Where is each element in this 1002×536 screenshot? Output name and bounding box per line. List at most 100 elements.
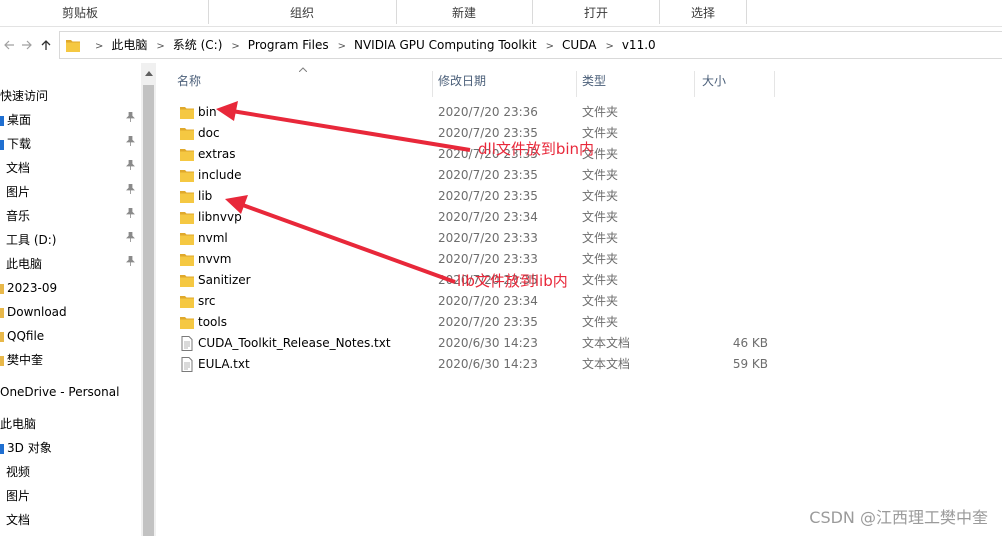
file-row[interactable]: libnvvp 2020/7/20 23:34 文件夹: [156, 207, 1002, 228]
pin-icon[interactable]: [125, 181, 135, 203]
file-row[interactable]: nvvm 2020/7/20 23:33 文件夹: [156, 249, 1002, 270]
address-bar[interactable]: > 此电脑 > 系统 (C:) > Program Files > NVIDIA GPU Co…: [59, 31, 1002, 59]
sidebar-item-label: 下载: [7, 137, 32, 151]
file-row[interactable]: CUDA_Toolkit_Release_Notes.txt 2020/6/30 …: [156, 333, 1002, 354]
file-type: 文件夹: [582, 294, 619, 308]
arrow-up-icon: [41, 40, 51, 50]
file-row[interactable]: src 2020/7/20 23:34 文件夹: [156, 291, 1002, 312]
pin-icon[interactable]: [125, 253, 135, 275]
breadcrumb-program-files[interactable]: Program Files: [248, 32, 329, 58]
arrow-left-icon: [4, 40, 14, 50]
pin-icon[interactable]: [125, 109, 135, 131]
breadcrumb-version[interactable]: v11.0: [622, 32, 656, 58]
file-size: [711, 228, 768, 249]
sidebar-item[interactable]: 图片: [0, 485, 30, 507]
sidebar-item-label: 文档: [6, 513, 31, 527]
breadcrumb-system-c[interactable]: 系统 (C:): [173, 32, 223, 58]
column-header-type[interactable]: 类型: [582, 63, 694, 99]
file-type: 文件夹: [582, 168, 619, 182]
sidebar-scrollbar[interactable]: [141, 63, 156, 536]
sidebar-item[interactable]: 图片: [0, 181, 30, 203]
file-row[interactable]: include 2020/7/20 23:35 文件夹: [156, 165, 1002, 186]
sidebar-item[interactable]: 快速访问: [0, 85, 48, 107]
sidebar-item[interactable]: 此电脑: [0, 413, 36, 435]
file-type: 文件夹: [582, 189, 619, 203]
file-name: libnvvp: [198, 210, 242, 224]
sidebar-item[interactable]: 文档: [0, 157, 30, 179]
sidebar-item[interactable]: 桌面: [0, 109, 31, 131]
sidebar-item[interactable]: OneDrive - Personal: [0, 381, 119, 403]
file-row[interactable]: lib 2020/7/20 23:35 文件夹: [156, 186, 1002, 207]
back-button[interactable]: [0, 34, 18, 56]
annotation-dll-to-bin: dll文件放到bin内: [478, 140, 595, 158]
file-size: [711, 186, 768, 207]
column-header-date[interactable]: 修改日期: [438, 63, 576, 99]
sidebar-item[interactable]: 音乐: [0, 205, 30, 227]
file-size: [711, 144, 768, 165]
sidebar-item[interactable]: 3D 对象: [0, 437, 52, 459]
file-name: tools: [198, 315, 227, 329]
sidebar-item-label: 此电脑: [0, 417, 37, 431]
column-divider[interactable]: [432, 71, 433, 97]
text-file-icon: [181, 357, 193, 372]
sidebar-item[interactable]: 下载: [0, 133, 31, 155]
text-file-icon: [181, 336, 193, 351]
file-name: src: [198, 294, 216, 308]
sidebar-item-icon: [0, 307, 4, 318]
sidebar-item[interactable]: 工具 (D:): [0, 229, 56, 251]
file-type: 文本文档: [582, 357, 631, 371]
breadcrumb-nvidia-toolkit[interactable]: NVIDIA GPU Computing Toolkit: [354, 32, 537, 58]
folder-icon: [180, 128, 194, 140]
ribbon-group-open[interactable]: 打开: [533, 0, 659, 26]
file-size: [711, 102, 768, 123]
breadcrumb-this-pc[interactable]: 此电脑: [111, 32, 147, 58]
breadcrumb-separator: >: [605, 41, 614, 52]
breadcrumb: > 此电脑 > 系统 (C:) > Program Files > NVIDIA GPU Co…: [86, 32, 656, 58]
ribbon-group-new[interactable]: 新建: [397, 0, 531, 26]
sidebar-item[interactable]: Download: [0, 301, 67, 323]
sort-ascending-icon: [298, 65, 308, 75]
ribbon-divider: [746, 0, 747, 24]
scroll-up-button[interactable]: [141, 67, 156, 81]
file-name: Sanitizer: [198, 273, 251, 287]
sidebar-item[interactable]: 此电脑: [0, 253, 42, 275]
column-divider[interactable]: [694, 71, 695, 97]
file-row[interactable]: Sanitizer 2020/7/20 23:35 文件夹: [156, 270, 1002, 291]
pin-icon[interactable]: [125, 157, 135, 179]
column-divider[interactable]: [774, 71, 775, 97]
sidebar-item-label: 3D 对象: [7, 441, 52, 455]
pin-icon[interactable]: [125, 229, 135, 251]
watermark: CSDN @江西理工樊中奎: [809, 508, 988, 527]
file-date: 2020/7/20 23:33: [438, 231, 538, 245]
sidebar-item[interactable]: QQfile: [0, 325, 44, 347]
ribbon-group-organize[interactable]: 组织: [209, 0, 395, 26]
breadcrumb-separator: >: [231, 41, 240, 52]
folder-icon: [180, 296, 194, 308]
pin-icon[interactable]: [125, 205, 135, 227]
file-size: 59 KB: [732, 357, 768, 371]
pin-icon[interactable]: [125, 133, 135, 155]
file-row[interactable]: bin 2020/7/20 23:36 文件夹: [156, 102, 1002, 123]
file-name: include: [198, 168, 242, 182]
file-date: 2020/7/20 23:35: [438, 168, 538, 182]
sidebar-item[interactable]: 视频: [0, 461, 30, 483]
forward-button[interactable]: [18, 34, 36, 56]
sidebar-item[interactable]: 2023-09: [0, 277, 57, 299]
ribbon-group-select[interactable]: 选择: [660, 0, 746, 26]
column-divider[interactable]: [576, 71, 577, 97]
scrollbar-thumb[interactable]: [143, 85, 154, 536]
column-header-size[interactable]: 大小: [702, 63, 774, 99]
sidebar-item[interactable]: 樊中奎: [0, 349, 43, 371]
file-size: [711, 165, 768, 186]
file-type: 文本文档: [582, 336, 631, 350]
file-date: 2020/6/30 14:23: [438, 336, 538, 350]
up-button[interactable]: [37, 34, 55, 56]
sidebar-item-icon: [0, 355, 4, 366]
file-row[interactable]: tools 2020/7/20 23:35 文件夹: [156, 312, 1002, 333]
file-row[interactable]: EULA.txt 2020/6/30 14:23 文本文档 59 KB: [156, 354, 1002, 375]
breadcrumb-cuda[interactable]: CUDA: [562, 32, 596, 58]
file-row[interactable]: nvml 2020/7/20 23:33 文件夹: [156, 228, 1002, 249]
file-type: 文件夹: [582, 210, 619, 224]
ribbon-group-clipboard[interactable]: 剪贴板: [0, 0, 160, 26]
sidebar-item[interactable]: 文档: [0, 509, 30, 531]
